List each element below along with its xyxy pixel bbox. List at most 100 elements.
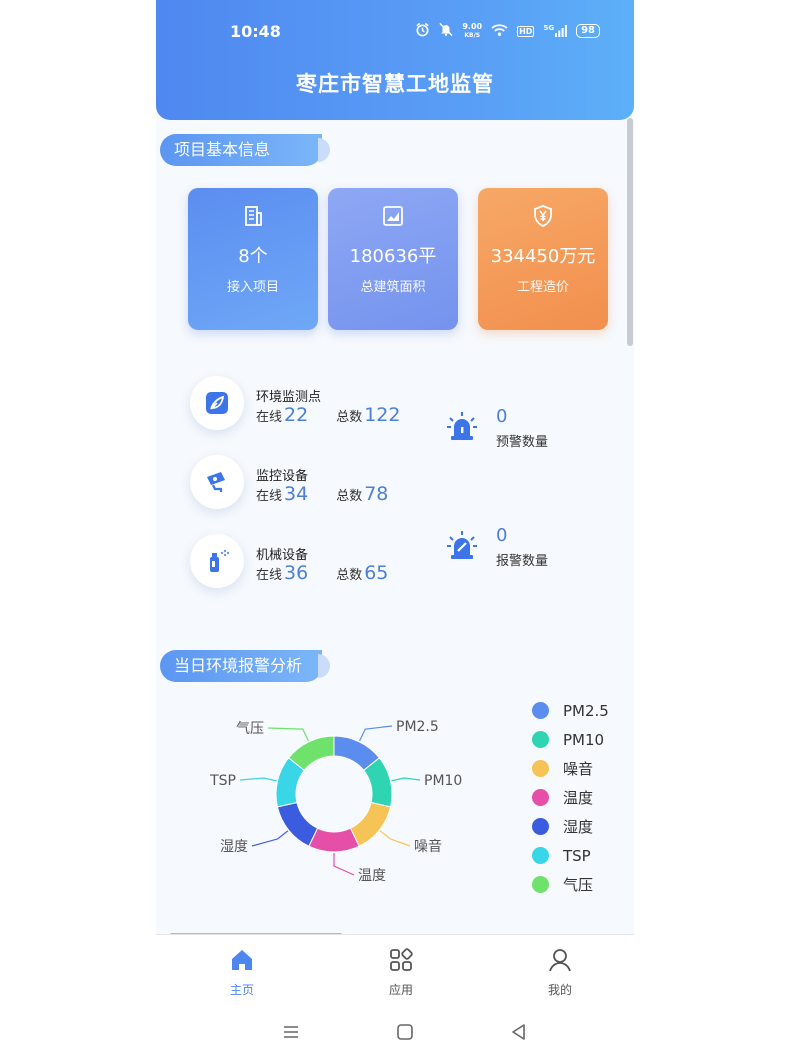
legend-swatch [532, 760, 549, 777]
legend-swatch [532, 702, 549, 719]
wifi-icon [491, 23, 508, 40]
legend-item[interactable]: 温度 [532, 783, 609, 812]
device-stats: 在线 36 总数 65 [256, 562, 388, 584]
warning-count: 0 [496, 406, 508, 427]
scrollbar[interactable] [627, 118, 633, 346]
bottom-nav: 主页 应用 我的 [156, 935, 634, 1013]
status-time: 10:48 [230, 22, 281, 41]
leader-line [267, 727, 309, 742]
section-basic-info: 项目基本信息 [160, 134, 330, 166]
warning-siren-icon [446, 410, 478, 446]
legend-swatch [532, 789, 549, 806]
legend-item[interactable]: 噪音 [532, 754, 609, 783]
nav-mine-label: 我的 [547, 983, 572, 997]
card-label: 总建筑面积 [360, 280, 426, 295]
battery-indicator: 98 [576, 24, 600, 38]
back-triangle-icon[interactable] [510, 1023, 528, 1045]
camera-icon [190, 455, 244, 509]
slice-label: 温度 [358, 868, 386, 884]
legend-label: 噪音 [563, 760, 594, 778]
device-stats: 在线 22 总数 122 [256, 404, 400, 426]
card-projects[interactable]: 8个 接入项目 [188, 188, 318, 330]
legend-label: 湿度 [563, 818, 594, 836]
legend-label: PM10 [563, 730, 605, 749]
legend-label: 温度 [563, 789, 594, 807]
net-speed-unit: KB/S [464, 31, 481, 39]
legend-item[interactable]: 气压 [532, 870, 609, 899]
legend-item[interactable]: TSP [532, 841, 609, 870]
online-label: 在线 [256, 568, 283, 583]
slice-label: 湿度 [220, 839, 248, 855]
alarm-clock-icon [415, 22, 430, 40]
online-label: 在线 [256, 410, 283, 425]
signal-icon: 5G [543, 25, 567, 37]
screen: 10:48 9.00 KB/S HD 5G 98 枣庄市智慧工地监管 项目基本信… [0, 0, 797, 1062]
area-chart-icon [328, 204, 458, 232]
online-count: 36 [284, 562, 309, 584]
alarm-label: 报警数量 [496, 554, 549, 569]
slice-label: TSP [209, 773, 236, 789]
card-label: 接入项目 [226, 280, 279, 295]
online-count: 34 [284, 483, 309, 505]
online-count: 22 [284, 404, 309, 426]
legend-label: TSP [563, 846, 591, 865]
donut-chart: PM2.5 PM10 噪音温度 湿度 TSP 气压 [209, 719, 462, 884]
net-speed-value: 9.00 [462, 21, 483, 31]
leader-line [391, 777, 421, 782]
legend-label: 气压 [563, 876, 594, 894]
legend-swatch [532, 847, 549, 864]
building-icon [188, 204, 318, 232]
card-cost[interactable]: 334450万元 工程造价 [478, 188, 608, 330]
donut-slice[interactable] [276, 801, 319, 847]
alarm-count: 0 [496, 525, 508, 546]
page-title: 枣庄市智慧工地监管 [296, 72, 494, 96]
leader-line [239, 777, 277, 782]
slice-label: PM10 [424, 773, 462, 789]
card-value: 334450万元 [490, 246, 596, 267]
total-label: 总数 [336, 410, 363, 425]
signal-label: 5G [543, 24, 555, 32]
leader-line [379, 830, 411, 847]
user-icon [520, 947, 600, 977]
warning-label: 预警数量 [496, 435, 549, 450]
total-label: 总数 [336, 568, 363, 583]
mute-bell-icon [439, 22, 453, 40]
slice-label: 噪音 [414, 838, 442, 855]
yuan-shield-icon [478, 204, 608, 232]
device-title: 监控设备 [256, 469, 309, 484]
leader-line [359, 725, 393, 742]
status-icons: 9.00 KB/S HD 5G 98 [415, 22, 600, 40]
nav-home[interactable]: 主页 [202, 947, 282, 998]
nav-home-label: 主页 [229, 983, 254, 997]
leader-line [333, 853, 355, 876]
online-label: 在线 [256, 489, 283, 504]
device-stats: 在线 34 总数 78 [256, 483, 388, 505]
legend-swatch [532, 731, 549, 748]
donut-slice[interactable] [308, 827, 360, 853]
legend-item[interactable]: PM10 [532, 725, 609, 754]
card-area[interactable]: 180636平 总建筑面积 [328, 188, 458, 330]
apps-icon [361, 947, 441, 977]
legend-item[interactable]: PM2.5 [532, 696, 609, 725]
spray-icon [190, 534, 244, 588]
device-title: 环境监测点 [256, 390, 322, 405]
nav-apps-label: 应用 [388, 983, 413, 997]
phone-screen: 10:48 9.00 KB/S HD 5G 98 枣庄市智慧工地监管 项目基本信… [156, 0, 634, 1062]
leaf-icon [190, 376, 244, 430]
menu-icon[interactable] [282, 1023, 300, 1045]
legend-swatch [532, 876, 549, 893]
hd-badge: HD [517, 25, 535, 37]
nav-mine[interactable]: 我的 [520, 947, 600, 998]
net-speed: 9.00 KB/S [462, 21, 483, 40]
legend-item[interactable]: 湿度 [532, 812, 609, 841]
legend-swatch [532, 818, 549, 835]
slice-label: 气压 [236, 721, 264, 737]
alarm-siren-icon [446, 529, 478, 565]
leader-line [251, 830, 289, 847]
total-count: 65 [364, 562, 389, 584]
card-value: 8个 [238, 246, 268, 267]
slice-label: PM2.5 [396, 719, 439, 735]
home-square-icon[interactable] [396, 1023, 414, 1045]
legend-label: PM2.5 [563, 701, 609, 720]
nav-apps[interactable]: 应用 [361, 947, 441, 998]
